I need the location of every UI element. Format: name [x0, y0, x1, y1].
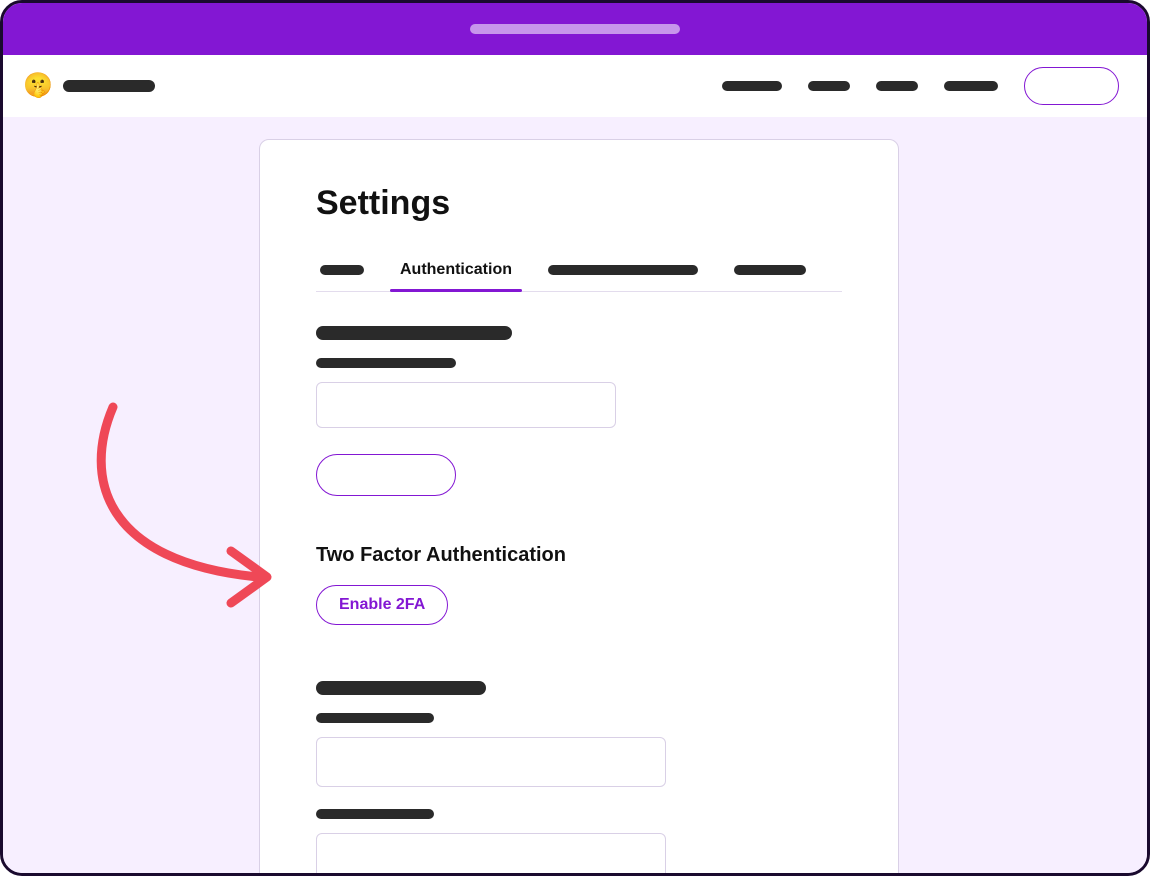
tab-authentication[interactable]: Authentication: [396, 251, 516, 291]
brand[interactable]: 🤫: [23, 74, 155, 98]
app-window: 🤫 Settings Authentication: [0, 0, 1150, 876]
brand-emoji-icon: 🤫: [23, 74, 53, 98]
section-1-heading: [316, 326, 512, 340]
section-1: [316, 326, 842, 500]
settings-tabs: Authentication: [316, 251, 842, 292]
section-3-input-1[interactable]: [316, 737, 666, 787]
section-1-button[interactable]: [316, 454, 456, 496]
nav-link-2[interactable]: [808, 81, 850, 91]
page-title: Settings: [316, 184, 842, 223]
nav-right: [722, 67, 1119, 105]
settings-card: Settings Authentication Two Factor Authe…: [259, 139, 899, 876]
nav-link-1[interactable]: [722, 81, 782, 91]
nav-cta-button[interactable]: [1024, 67, 1119, 105]
section-2fa: Two Factor Authentication Enable 2FA: [316, 544, 842, 625]
content-area: Settings Authentication Two Factor Authe…: [3, 117, 1147, 873]
twofa-title: Two Factor Authentication: [316, 544, 842, 567]
tab-3[interactable]: [730, 255, 810, 287]
section-1-label: [316, 358, 456, 368]
window-drag-handle[interactable]: [470, 24, 680, 34]
section-3-input-2[interactable]: [316, 833, 666, 876]
brand-name: [63, 80, 155, 92]
section-3-heading: [316, 681, 486, 695]
tab-2[interactable]: [544, 255, 702, 287]
enable-2fa-button[interactable]: Enable 2FA: [316, 585, 448, 625]
nav-link-4[interactable]: [944, 81, 998, 91]
section-3-label-2: [316, 809, 434, 819]
nav-link-3[interactable]: [876, 81, 918, 91]
section-3: [316, 681, 842, 876]
section-1-input[interactable]: [316, 382, 616, 428]
top-nav: 🤫: [3, 55, 1147, 117]
tab-0[interactable]: [316, 255, 368, 287]
window-titlebar: [3, 3, 1147, 55]
section-3-label-1: [316, 713, 434, 723]
